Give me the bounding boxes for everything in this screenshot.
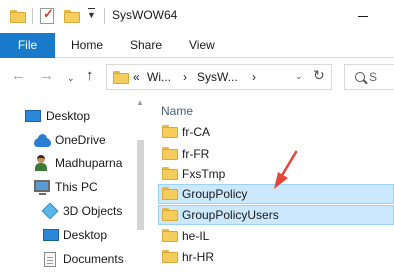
documents-icon [44, 252, 56, 267]
nav-item-label: Madhuparna [55, 156, 123, 170]
folder-icon[interactable] [10, 10, 26, 23]
minimize-button[interactable] [344, 0, 394, 33]
nav-item-desktop[interactable]: Desktop [0, 106, 146, 126]
file-explorer-window: ✓ ▼ SysWOW64 File Home Share View ← → ⌄ … [0, 0, 394, 272]
folder-icon [162, 187, 178, 200]
desktop-icon [43, 229, 59, 241]
divider [32, 8, 33, 24]
chevron-down-icon[interactable]: ⌄ [295, 71, 303, 82]
file-name: GroupPolicyUsers [182, 208, 279, 222]
address-row: ← → ⌄ ↑ « Wi... › SysW... › ⌄ ↻ S [0, 58, 394, 96]
search-input[interactable]: S [344, 64, 394, 90]
overflow-breadcrumb[interactable]: « [133, 70, 140, 84]
column-header-name[interactable]: Name [161, 104, 193, 118]
file-name: he-IL [182, 229, 210, 243]
file-name: FxsTmp [182, 167, 226, 181]
nav-item-onedrive[interactable]: OneDrive [0, 130, 146, 150]
nav-item-label: This PC [55, 180, 98, 194]
folder-icon [162, 167, 178, 180]
search-placeholder: S [369, 70, 378, 84]
tab-home[interactable]: Home [71, 33, 103, 58]
ribbon-tabs: File Home Share View [0, 33, 394, 58]
title-bar: ✓ ▼ SysWOW64 [0, 0, 394, 33]
this-pc-icon [34, 180, 50, 195]
file-list: Name fr-CA fr-FR FxsTmp GroupPolicy Grou… [148, 96, 394, 272]
onedrive-cloud-icon [34, 134, 51, 147]
folder-icon [162, 250, 178, 263]
refresh-icon[interactable]: ↻ [313, 67, 325, 84]
folder-icon [162, 208, 178, 221]
breadcrumb-windows[interactable]: Wi... [147, 70, 171, 84]
nav-item-label: Documents [63, 252, 124, 266]
breadcrumb-separator[interactable]: › [252, 70, 256, 84]
list-item[interactable]: fr-CA [158, 122, 394, 142]
tab-file[interactable]: File [0, 33, 55, 58]
breadcrumb-separator[interactable]: › [183, 70, 187, 84]
nav-item-label: OneDrive [55, 133, 106, 147]
list-item[interactable]: hr-HR [158, 247, 394, 267]
scrollbar-thumb[interactable] [137, 140, 144, 230]
search-icon [355, 72, 365, 82]
customize-quick-access-icon[interactable]: ▼ [87, 8, 96, 20]
new-folder-icon[interactable] [64, 10, 80, 23]
folder-icon [113, 71, 129, 84]
breadcrumb-syswow64[interactable]: SysW... [197, 70, 238, 84]
minimize-icon [358, 16, 368, 17]
file-name: fr-CA [182, 125, 210, 139]
forward-arrow-icon[interactable]: → [39, 68, 54, 84]
navigation-pane: Desktop OneDrive Madhuparna This PC 3D O… [0, 96, 146, 272]
folder-icon [162, 147, 178, 160]
nav-pane-scrollbar[interactable]: ▲ [133, 96, 147, 272]
folder-icon [162, 125, 178, 138]
nav-item-label: 3D Objects [63, 204, 123, 218]
up-arrow-icon[interactable]: ↑ [86, 68, 94, 84]
nav-item-3d-objects[interactable]: 3D Objects [0, 201, 146, 221]
address-bar[interactable]: « Wi... › SysW... › ⌄ ↻ [106, 64, 332, 90]
properties-icon[interactable]: ✓ [40, 6, 54, 24]
nav-item-desktop-pc[interactable]: Desktop [0, 225, 146, 245]
divider [104, 8, 105, 24]
file-name: GroupPolicy [182, 187, 248, 201]
window-title: SysWOW64 [112, 8, 178, 22]
nav-item-user[interactable]: Madhuparna [0, 153, 146, 173]
file-name: fr-FR [182, 147, 210, 161]
user-icon [34, 155, 48, 171]
list-item[interactable]: he-IL [158, 226, 394, 246]
3d-objects-icon [41, 202, 59, 220]
list-item-selected[interactable]: GroupPolicyUsers [158, 205, 394, 225]
list-item[interactable]: fr-FR [158, 144, 394, 164]
scroll-up-icon[interactable]: ▲ [136, 98, 144, 107]
nav-item-documents[interactable]: Documents [0, 249, 146, 269]
nav-item-this-pc[interactable]: This PC [0, 177, 146, 197]
file-name: hr-HR [182, 250, 214, 264]
list-item-selected[interactable]: GroupPolicy [158, 184, 394, 204]
tab-view[interactable]: View [189, 33, 215, 58]
recent-locations-icon[interactable]: ⌄ [67, 70, 75, 86]
tab-share[interactable]: Share [130, 33, 162, 58]
desktop-icon [25, 110, 41, 122]
folder-icon [162, 229, 178, 242]
nav-item-label: Desktop [63, 228, 108, 242]
back-arrow-icon[interactable]: ← [11, 68, 26, 84]
list-item[interactable]: FxsTmp [158, 164, 394, 184]
nav-item-label: Desktop [46, 109, 91, 123]
